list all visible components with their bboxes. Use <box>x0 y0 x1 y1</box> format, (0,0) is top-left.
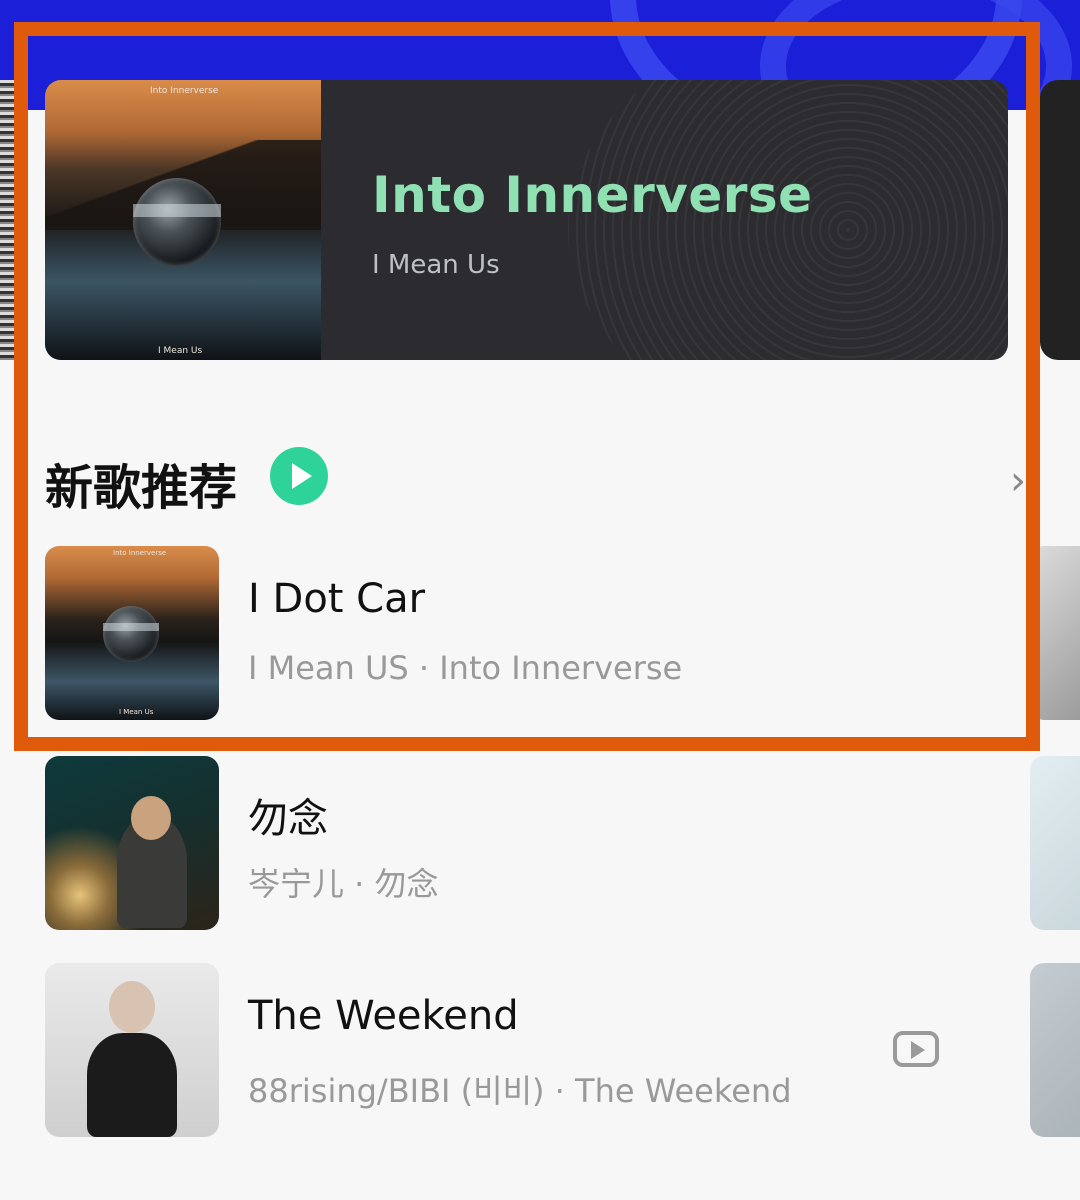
section-title[interactable]: 新歌推荐 <box>45 448 237 518</box>
person-head <box>109 981 155 1033</box>
art-caption-top: Into Innerverse <box>150 86 219 96</box>
art-caption-bottom: I Mean Us <box>158 346 203 356</box>
next-banner-edge[interactable] <box>1040 80 1080 360</box>
song-title: I Dot Car <box>248 576 426 622</box>
song-subtitle: 88rising/BIBI (비비) · The Weekend <box>248 1072 792 1110</box>
next-column-card[interactable] <box>1030 756 1080 930</box>
previous-banner-edge[interactable] <box>0 80 14 360</box>
play-circle-icon[interactable] <box>270 447 328 505</box>
song-cover <box>45 963 219 1137</box>
glass-orb <box>103 606 159 662</box>
chevron-right-icon[interactable]: › <box>1010 458 1026 504</box>
cover-caption-top: Into Innerverse <box>113 549 167 557</box>
mv-play-icon[interactable] <box>893 1031 939 1067</box>
banner-title: Into Innerverse <box>372 166 813 224</box>
glass-orb <box>133 178 221 266</box>
featured-album-banner[interactable]: Into Innerverse I Mean Us Into Innervers… <box>45 80 1008 360</box>
song-row[interactable]: 勿念 岑宁儿 · 勿念 <box>45 756 1035 930</box>
banner-artist: I Mean Us <box>372 250 500 280</box>
song-subtitle: I Mean US · Into Innerverse <box>248 649 683 687</box>
next-column-card[interactable] <box>1030 546 1080 720</box>
song-row[interactable]: Into Innerverse I Mean Us I Dot Car I Me… <box>45 546 1035 720</box>
song-title: The Weekend <box>248 993 519 1039</box>
song-subtitle: 岑宁儿 · 勿念 <box>248 865 439 903</box>
song-row[interactable]: The Weekend 88rising/BIBI (비비) · The Wee… <box>45 963 1035 1137</box>
song-title: 勿念 <box>248 796 328 842</box>
song-cover <box>45 756 219 930</box>
banner-album-art: Into Innerverse I Mean Us <box>45 80 321 360</box>
next-column-card[interactable] <box>1030 963 1080 1137</box>
cover-caption-bottom: I Mean Us <box>119 708 154 716</box>
person-figure <box>87 1033 177 1137</box>
song-cover: Into Innerverse I Mean Us <box>45 546 219 720</box>
person-head <box>131 796 171 840</box>
